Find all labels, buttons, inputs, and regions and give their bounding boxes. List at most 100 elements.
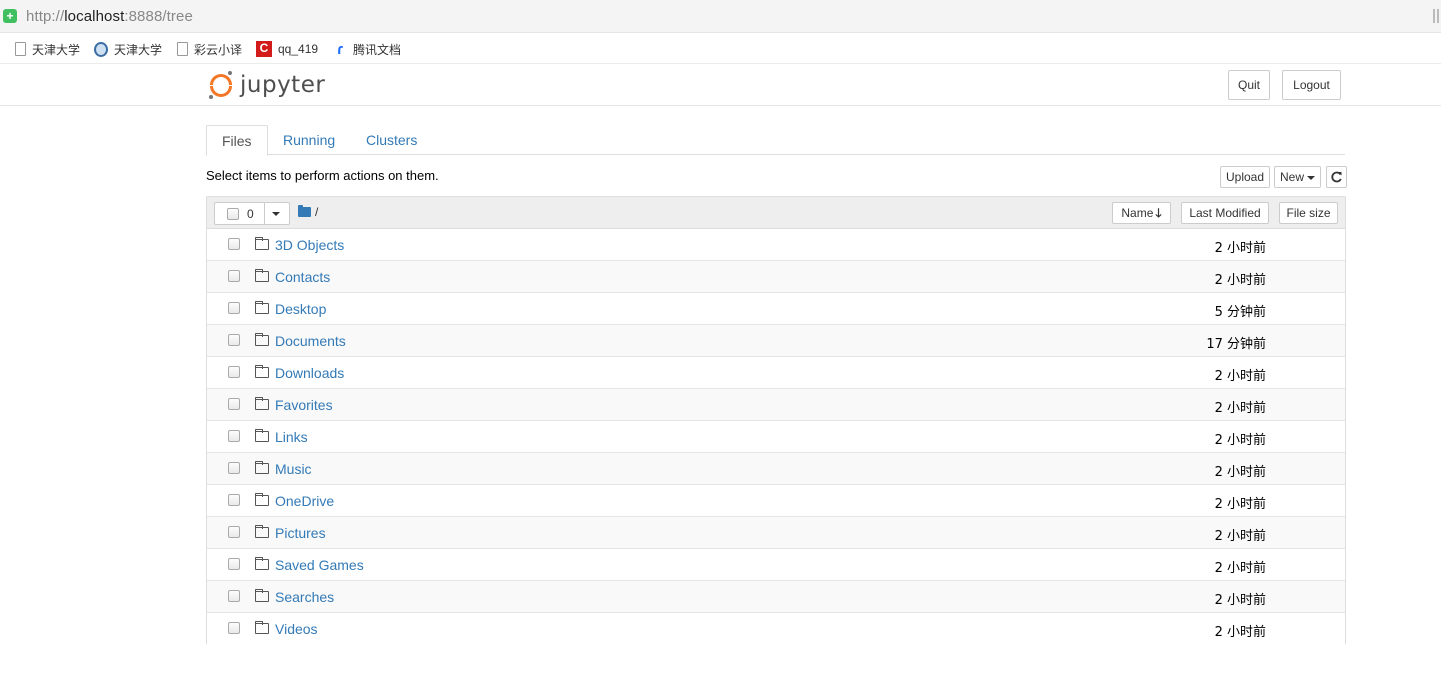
tab-clusters[interactable]: Clusters xyxy=(351,125,432,155)
table-row[interactable]: Links 2 小时前 xyxy=(207,421,1345,453)
item-last-modified: 2 小时前 xyxy=(1214,241,1266,256)
reader-mode-icon[interactable] xyxy=(1433,9,1439,23)
tab-files[interactable]: Files xyxy=(206,125,268,156)
logout-button[interactable]: Logout xyxy=(1282,70,1341,100)
item-last-modified: 2 小时前 xyxy=(1214,529,1266,544)
folder-icon xyxy=(255,461,269,474)
bookmark-item[interactable]: 彩云小译 xyxy=(177,41,242,57)
item-name-link[interactable]: OneDrive xyxy=(275,493,334,509)
select-all-checkbox[interactable] xyxy=(227,208,239,220)
folder-icon xyxy=(255,397,269,410)
select-all-dropdown[interactable]: 0 xyxy=(214,202,290,225)
folder-icon xyxy=(255,557,269,570)
item-last-modified: 5 分钟前 xyxy=(1214,305,1266,320)
file-list: 0 / Name 🡓 Last Modified File size 3D Obj… xyxy=(206,196,1346,645)
folder-icon xyxy=(255,301,269,314)
item-name-link[interactable]: Desktop xyxy=(275,301,326,317)
row-checkbox[interactable] xyxy=(228,590,240,602)
row-checkbox[interactable] xyxy=(228,270,240,282)
jupyter-logo-icon xyxy=(208,71,234,99)
selection-hint: Select items to perform actions on them. xyxy=(206,168,439,183)
row-checkbox[interactable] xyxy=(228,366,240,378)
caret-down-icon xyxy=(1307,175,1316,180)
item-last-modified: 2 小时前 xyxy=(1214,369,1266,384)
tab-running[interactable]: Running xyxy=(268,125,350,155)
table-row[interactable]: Music 2 小时前 xyxy=(207,453,1345,485)
sort-by-file-size-button[interactable]: File size xyxy=(1279,202,1338,224)
bookmark-item[interactable]: 天津大学 xyxy=(94,41,162,57)
bookmark-item[interactable]: 天津大学 xyxy=(15,41,80,57)
table-row[interactable]: Favorites 2 小时前 xyxy=(207,389,1345,421)
item-last-modified: 2 小时前 xyxy=(1214,497,1266,512)
item-name-link[interactable]: Favorites xyxy=(275,397,333,413)
item-last-modified: 17 分钟前 xyxy=(1206,337,1266,352)
row-checkbox[interactable] xyxy=(228,494,240,506)
item-name-link[interactable]: Downloads xyxy=(275,365,344,381)
main-tabs: Files Running Clusters xyxy=(206,125,1345,156)
folder-icon xyxy=(255,333,269,346)
bookmark-item[interactable]: C qq_419 xyxy=(256,41,318,57)
item-name-link[interactable]: Contacts xyxy=(275,269,330,285)
tencent-docs-icon: ɾ xyxy=(337,40,343,58)
row-checkbox[interactable] xyxy=(228,430,240,442)
file-list-header: 0 / Name 🡓 Last Modified File size xyxy=(207,197,1345,229)
breadcrumb[interactable]: / xyxy=(298,205,318,219)
caret-down-icon[interactable] xyxy=(272,212,280,216)
table-row[interactable]: Videos 2 小时前 xyxy=(207,613,1345,645)
bookmark-item[interactable]: ɾ 腾讯文档 xyxy=(333,41,401,57)
folder-icon xyxy=(255,365,269,378)
folder-icon xyxy=(298,205,311,217)
sort-by-name-button[interactable]: Name 🡓 xyxy=(1112,202,1171,224)
table-row[interactable]: Downloads 2 小时前 xyxy=(207,357,1345,389)
page-icon xyxy=(177,42,188,56)
row-checkbox[interactable] xyxy=(228,398,240,410)
row-checkbox[interactable] xyxy=(228,462,240,474)
browser-address-bar[interactable]: + http://localhost:8888/tree xyxy=(0,0,1441,33)
row-checkbox[interactable] xyxy=(228,558,240,570)
table-row[interactable]: Contacts 2 小时前 xyxy=(207,261,1345,293)
jupyter-logo[interactable]: jupyter xyxy=(208,69,325,101)
row-checkbox[interactable] xyxy=(228,526,240,538)
upload-button[interactable]: Upload xyxy=(1220,166,1270,188)
url-field[interactable]: http://localhost:8888/tree xyxy=(26,8,193,25)
item-name-link[interactable]: Searches xyxy=(275,589,334,605)
item-last-modified: 2 小时前 xyxy=(1214,401,1266,416)
table-row[interactable]: Pictures 2 小时前 xyxy=(207,517,1345,549)
row-checkbox[interactable] xyxy=(228,238,240,250)
folder-icon xyxy=(255,493,269,506)
item-name-link[interactable]: Videos xyxy=(275,621,318,637)
table-row[interactable]: Searches 2 小时前 xyxy=(207,581,1345,613)
table-row[interactable]: Desktop 5 分钟前 xyxy=(207,293,1345,325)
item-name-link[interactable]: Music xyxy=(275,461,312,477)
item-name-link[interactable]: Documents xyxy=(275,333,346,349)
page-icon xyxy=(15,42,26,56)
globe-icon xyxy=(94,41,108,57)
folder-icon xyxy=(255,589,269,602)
row-checkbox[interactable] xyxy=(228,302,240,314)
refresh-button[interactable] xyxy=(1326,166,1347,188)
folder-icon xyxy=(255,525,269,538)
arrow-down-icon: 🡓 xyxy=(1155,206,1162,220)
folder-icon xyxy=(255,429,269,442)
bookmarks-bar: ≡ 天津大学 天津大学 彩云小译 C qq_419 ɾ 腾讯文档 xyxy=(0,34,1441,64)
table-row[interactable]: Saved Games 2 小时前 xyxy=(207,549,1345,581)
folder-icon xyxy=(255,237,269,250)
item-last-modified: 2 小时前 xyxy=(1214,465,1266,480)
row-checkbox[interactable] xyxy=(228,334,240,346)
item-last-modified: 2 小时前 xyxy=(1214,625,1266,640)
item-name-link[interactable]: 3D Objects xyxy=(275,237,344,253)
table-row[interactable]: 3D Objects 2 小时前 xyxy=(207,229,1345,261)
item-name-link[interactable]: Links xyxy=(275,429,308,445)
sort-by-last-modified-button[interactable]: Last Modified xyxy=(1181,202,1269,224)
item-last-modified: 2 小时前 xyxy=(1214,561,1266,576)
table-row[interactable]: OneDrive 2 小时前 xyxy=(207,485,1345,517)
selected-count: 0 xyxy=(247,207,254,221)
item-name-link[interactable]: Saved Games xyxy=(275,557,364,573)
item-name-link[interactable]: Pictures xyxy=(275,525,326,541)
table-row[interactable]: Documents 17 分钟前 xyxy=(207,325,1345,357)
row-checkbox[interactable] xyxy=(228,622,240,634)
jupyter-header: jupyter Quit Logout xyxy=(0,65,1441,106)
item-last-modified: 2 小时前 xyxy=(1214,433,1266,448)
new-dropdown-button[interactable]: New xyxy=(1274,166,1321,188)
quit-button[interactable]: Quit xyxy=(1228,70,1271,100)
